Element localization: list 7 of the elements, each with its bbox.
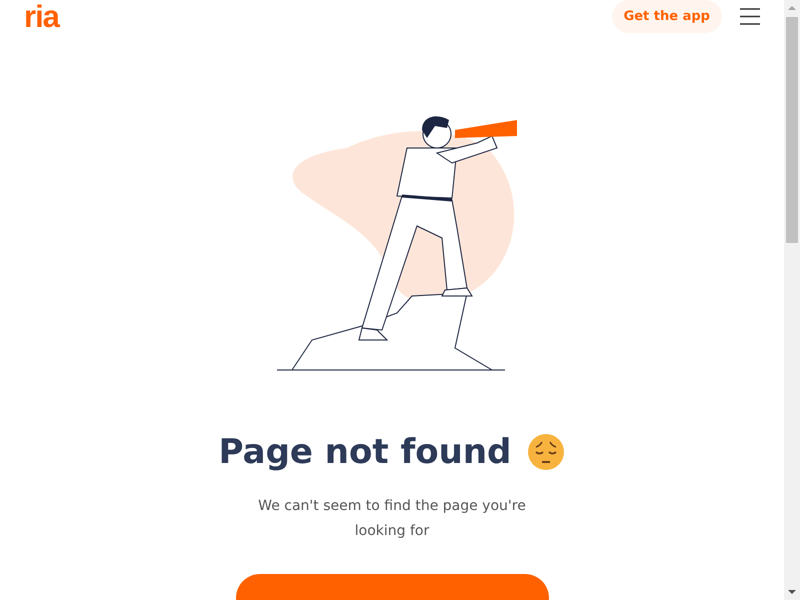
logo[interactable]: ria: [24, 1, 59, 32]
get-app-button[interactable]: Get the app: [612, 0, 722, 33]
menu-icon[interactable]: [740, 8, 760, 25]
error-message: We can't seem to find the page you're looking for: [257, 497, 527, 541]
page-title: Page not found: [218, 432, 512, 472]
scrollbar-thumb[interactable]: [786, 17, 798, 243]
pensive-face-icon: [527, 433, 566, 471]
